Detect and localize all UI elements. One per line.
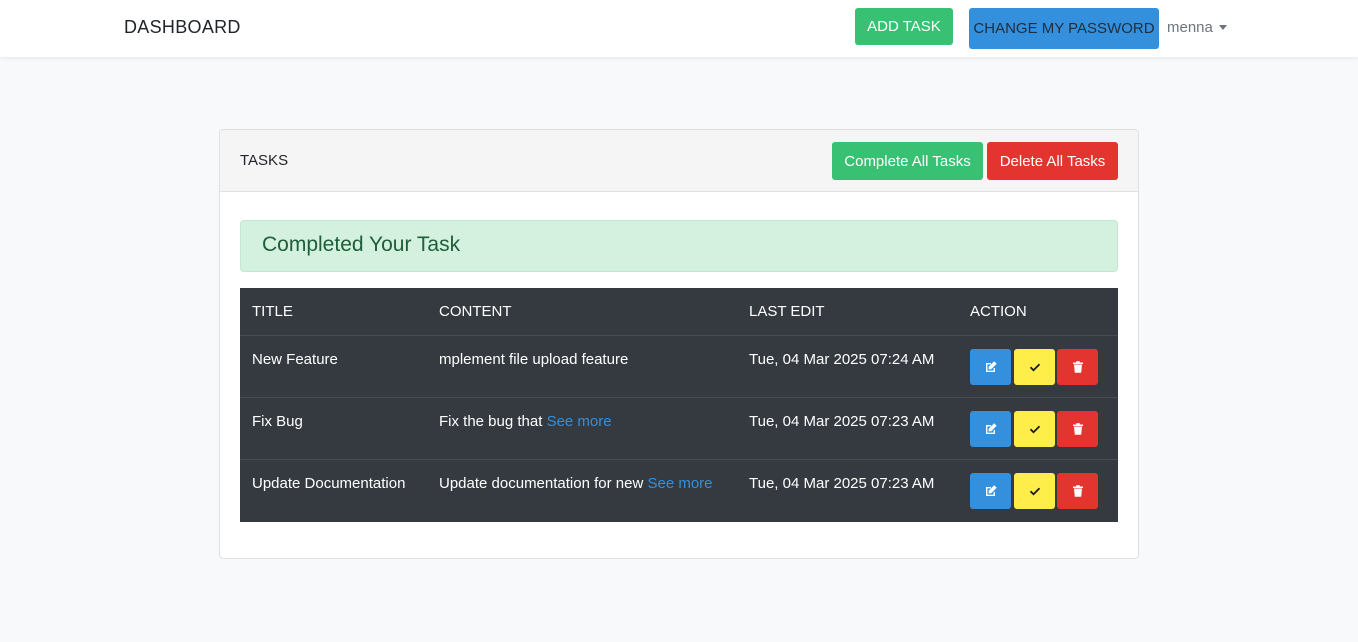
tasks-card-header: TASKS Complete All Tasks Delete All Task… — [220, 130, 1138, 192]
task-last-edit: Tue, 04 Mar 2025 07:24 AM — [749, 351, 935, 368]
check-icon — [1029, 487, 1040, 496]
delete-task-button[interactable] — [1057, 349, 1098, 385]
header-title: TITLE — [252, 303, 293, 320]
header-content: CONTENT — [439, 303, 512, 320]
username-label: menna — [1167, 19, 1213, 36]
header-action: ACTION — [970, 303, 1027, 320]
delete-task-button[interactable] — [1057, 411, 1098, 447]
add-task-button[interactable]: ADD TASK — [855, 8, 953, 45]
task-last-edit: Tue, 04 Mar 2025 07:23 AM — [749, 475, 935, 492]
header-last-edit: LAST EDIT — [749, 303, 825, 320]
success-alert: Completed Your Task — [240, 220, 1118, 272]
see-more-link[interactable]: See more — [547, 413, 612, 430]
top-navbar: DASHBOARD ADD TASK CHANGE MY PASSWORD me… — [0, 0, 1358, 57]
edit-icon — [985, 423, 997, 434]
task-title: Update Documentation — [252, 475, 406, 492]
delete-all-tasks-button[interactable]: Delete All Tasks — [987, 142, 1118, 180]
trash-icon — [1072, 485, 1083, 497]
see-more-link[interactable]: See more — [647, 475, 712, 492]
task-content: Update documentation for new See more — [439, 475, 713, 492]
edit-icon — [985, 361, 997, 372]
complete-task-button[interactable] — [1014, 411, 1055, 447]
trash-icon — [1072, 361, 1083, 373]
task-content-text: Fix the bug that — [439, 413, 543, 430]
task-content: mplement file upload feature — [439, 351, 628, 368]
table-row: Fix Bug Fix the bug that See more Tue, 0… — [240, 398, 1118, 460]
table-row: New Feature mplement file upload feature… — [240, 336, 1118, 398]
tasks-card-title: TASKS — [240, 152, 289, 169]
task-last-edit: Tue, 04 Mar 2025 07:23 AM — [749, 413, 935, 430]
edit-task-button[interactable] — [970, 349, 1011, 385]
complete-task-button[interactable] — [1014, 349, 1055, 385]
task-content: Fix the bug that See more — [439, 413, 612, 430]
task-title: New Feature — [252, 351, 338, 368]
task-title: Fix Bug — [252, 413, 303, 430]
edit-task-button[interactable] — [970, 473, 1011, 509]
table-row: Update Documentation Update documentatio… — [240, 460, 1118, 522]
task-content-text: mplement file upload feature — [439, 351, 629, 368]
delete-task-button[interactable] — [1057, 473, 1098, 509]
trash-icon — [1072, 423, 1083, 435]
caret-down-icon — [1218, 25, 1227, 30]
tasks-card: TASKS Complete All Tasks Delete All Task… — [219, 129, 1139, 559]
complete-all-tasks-button[interactable]: Complete All Tasks — [832, 142, 983, 180]
tasks-table: TITLE CONTENT LAST EDIT ACTION New Featu… — [240, 288, 1118, 522]
change-password-button[interactable]: CHANGE MY PASSWORD — [969, 8, 1159, 49]
complete-task-button[interactable] — [1014, 473, 1055, 509]
edit-icon — [985, 485, 997, 496]
user-dropdown[interactable]: menna — [1167, 19, 1227, 36]
edit-task-button[interactable] — [970, 411, 1011, 447]
task-content-text: Update documentation for new — [439, 475, 644, 492]
check-icon — [1029, 363, 1040, 372]
check-icon — [1029, 425, 1040, 434]
table-header: TITLE CONTENT LAST EDIT ACTION — [240, 288, 1118, 336]
brand-dashboard[interactable]: DASHBOARD — [124, 17, 241, 38]
